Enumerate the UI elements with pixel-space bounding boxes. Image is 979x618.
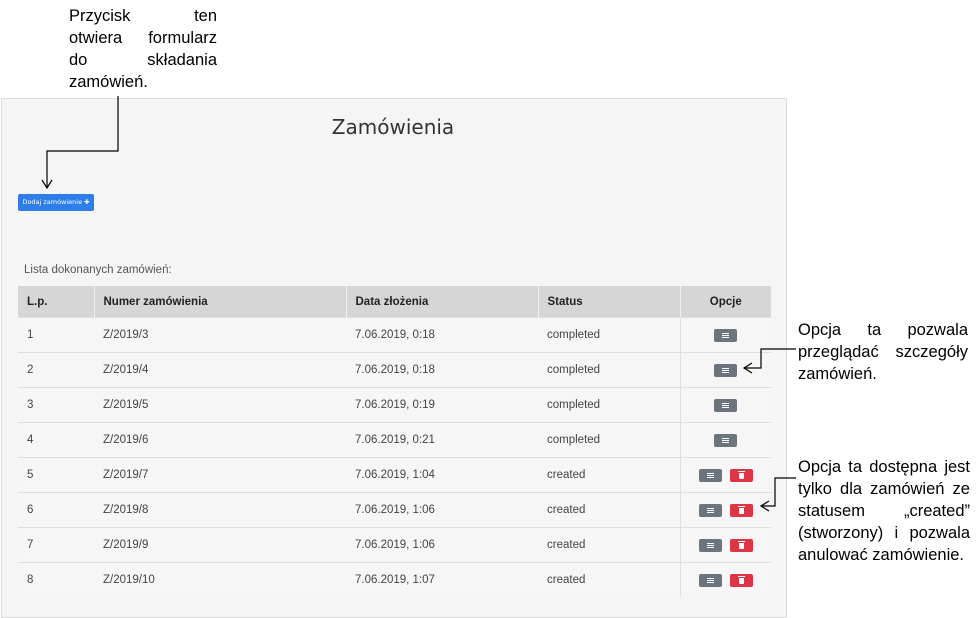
annotation-arrows [41,96,796,512]
arrow-to-details-button [742,348,796,374]
arrow-to-add-button [41,96,119,190]
arrow-to-cancel-button [759,477,796,512]
